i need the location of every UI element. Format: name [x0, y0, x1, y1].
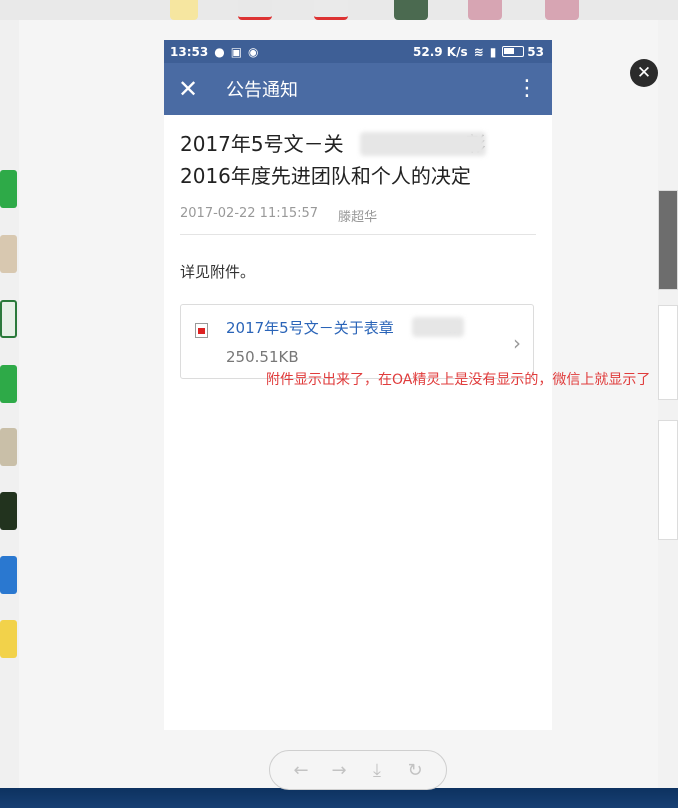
- battery-level: 53: [527, 44, 544, 59]
- page-title: 公告通知: [226, 80, 298, 101]
- pdf-file-icon: [195, 323, 208, 338]
- desktop-app-icon[interactable]: [0, 428, 17, 466]
- desktop-app-icon[interactable]: [170, 0, 198, 20]
- net-speed: 52.9 K/s: [413, 44, 468, 59]
- forward-arrow-icon[interactable]: →: [327, 760, 351, 781]
- article-author: 滕超华: [338, 210, 378, 225]
- desktop-app-icon[interactable]: [0, 492, 17, 530]
- article-meta: 2017-02-22 11:15:57 滕超华: [180, 206, 536, 225]
- status-bar: 13:53 ● ▣ ◉ 52.9 K/s ≋ ▮ 53: [164, 40, 552, 63]
- desktop-left-strip: [0, 20, 19, 788]
- wifi-icon: ≋: [473, 44, 484, 59]
- redacted-blur: [360, 132, 486, 156]
- desktop-bottom-strip: [0, 788, 678, 808]
- signal-icon: ▮: [489, 44, 497, 59]
- desktop-app-icon[interactable]: [468, 0, 502, 20]
- desktop-app-icon[interactable]: [314, 0, 348, 20]
- article-content: 2017年5号文－关彰 2016年度先进团队和个人的决定 2017-02-22 …: [164, 128, 552, 379]
- image-icon: ▣: [230, 44, 243, 59]
- article-title-line2: 2016年度先进团队和个人的决定: [180, 164, 471, 188]
- desktop-top-strip: [0, 0, 678, 20]
- back-arrow-icon[interactable]: ←: [289, 760, 313, 781]
- desktop-app-icon[interactable]: [0, 556, 17, 594]
- attachment-name[interactable]: 2017年5号文－关于表章..: [226, 317, 464, 338]
- attachment-card[interactable]: 2017年5号文－关于表章.. 250.51KB ›: [180, 304, 534, 379]
- desktop-app-icon[interactable]: [0, 170, 17, 208]
- desktop-app-icon[interactable]: [0, 300, 17, 338]
- desktop-app-icon[interactable]: [238, 0, 272, 20]
- divider: [180, 234, 536, 235]
- viewer-toolbar: ← → ⤓ ↻: [269, 750, 447, 790]
- desktop-window-thumbnail[interactable]: [658, 190, 678, 290]
- article-body: 详见附件。: [180, 263, 256, 281]
- chat-bubble-icon: ●: [214, 44, 225, 59]
- article-title-line1: 2017年5号文－关: [180, 132, 344, 156]
- desktop-app-icon[interactable]: [0, 235, 17, 273]
- viewer-close-button[interactable]: ✕: [630, 59, 658, 87]
- desktop-window-thumbnail[interactable]: [658, 420, 678, 540]
- redacted-blur: [412, 317, 464, 337]
- attachment-size: 250.51KB: [226, 348, 299, 366]
- desktop-app-icon[interactable]: [545, 0, 579, 20]
- close-icon[interactable]: ✕: [178, 77, 204, 101]
- desktop-app-icon[interactable]: [394, 0, 428, 20]
- wechat-icon: ◉: [248, 44, 259, 59]
- article-title: 2017年5号文－关彰 2016年度先进团队和个人的决定: [180, 128, 520, 192]
- image-viewer: ✕ 13:53 ● ▣ ◉ 52.9 K/s ≋ ▮ 53 ✕ 公告通知 ⋮ 2…: [19, 20, 658, 790]
- desktop-app-icon[interactable]: [0, 620, 17, 658]
- article-date: 2017-02-22 11:15:57: [180, 206, 319, 221]
- more-options-icon[interactable]: ⋮: [516, 78, 538, 100]
- chevron-right-icon: ›: [513, 331, 521, 355]
- app-bar: ✕ 公告通知 ⋮: [164, 63, 552, 115]
- close-icon: ✕: [636, 63, 652, 83]
- annotation-text: 附件显示出来了，在OA精灵上是没有显示的，微信上就显示了: [266, 372, 651, 388]
- rotate-icon[interactable]: ↻: [403, 760, 427, 781]
- desktop-right-strip: [658, 20, 678, 788]
- download-icon[interactable]: ⤓: [365, 760, 389, 781]
- battery-icon: [502, 46, 525, 57]
- desktop-app-icon[interactable]: [0, 365, 17, 403]
- status-time: 13:53: [170, 44, 209, 59]
